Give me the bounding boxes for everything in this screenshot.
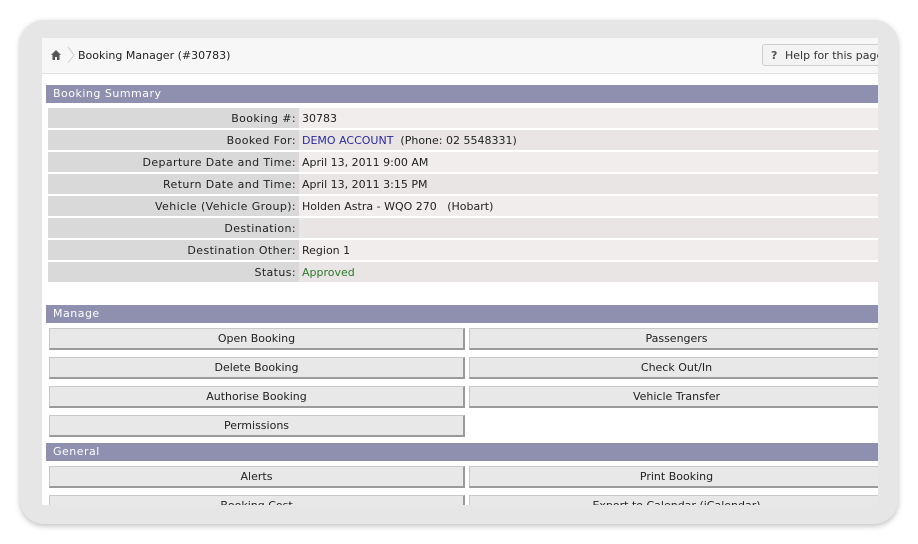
- page-content: Booking Manager (#30783) ? Help for this…: [42, 38, 878, 505]
- row-label: Destination Other:: [48, 240, 299, 260]
- table-row: Departure Date and Time: April 13, 2011 …: [48, 152, 878, 172]
- row-value: April 13, 2011 3:15 PM: [299, 174, 878, 194]
- row-label: Destination:: [48, 218, 299, 238]
- export-calendar-button[interactable]: Export to Calendar (iCalendar): [469, 495, 878, 505]
- print-booking-button[interactable]: Print Booking: [469, 466, 878, 488]
- alerts-button[interactable]: Alerts: [49, 466, 465, 488]
- row-value: Region 1: [299, 240, 878, 260]
- row-label: Vehicle (Vehicle Group):: [48, 196, 299, 216]
- booked-for-phone: (Phone: 02 5548331): [400, 133, 517, 147]
- table-row: Vehicle (Vehicle Group): Holden Astra - …: [48, 196, 878, 216]
- authorise-booking-button[interactable]: Authorise Booking: [49, 386, 465, 408]
- table-row: Destination Other: Region 1: [48, 240, 878, 260]
- delete-booking-button[interactable]: Delete Booking: [49, 357, 465, 379]
- row-label: Booked For:: [48, 130, 299, 150]
- row-value: Holden Astra - WQO 270 (Hobart): [299, 196, 878, 216]
- row-label: Return Date and Time:: [48, 174, 299, 194]
- status-badge: Approved: [302, 265, 355, 279]
- vehicle-transfer-button[interactable]: Vehicle Transfer: [469, 386, 878, 408]
- table-row: Booked For: DEMO ACCOUNT (Phone: 02 5548…: [48, 130, 878, 150]
- section-header-general: General: [46, 443, 878, 461]
- row-value: Approved: [299, 262, 878, 282]
- table-row: Booking #: 30783: [48, 108, 878, 128]
- open-booking-button[interactable]: Open Booking: [49, 328, 465, 350]
- section-header-booking-summary: Booking Summary: [46, 85, 878, 103]
- row-label: Departure Date and Time:: [48, 152, 299, 172]
- booking-cost-button[interactable]: Booking Cost: [49, 495, 465, 505]
- breadcrumb: Booking Manager (#30783) ? Help for this…: [42, 38, 878, 74]
- help-label: Help for this page: [785, 49, 878, 62]
- chevron-right-icon: [67, 46, 75, 64]
- table-row: Destination:: [48, 218, 878, 238]
- check-out-in-button[interactable]: Check Out/In: [469, 357, 878, 379]
- row-label: Booking #:: [48, 108, 299, 128]
- permissions-button[interactable]: Permissions: [49, 415, 465, 437]
- home-icon[interactable]: [50, 49, 62, 61]
- row-value: April 13, 2011 9:00 AM: [299, 152, 878, 172]
- booking-summary-table: Booking #: 30783 Booked For: DEMO ACCOUN…: [48, 106, 878, 284]
- row-label: Status:: [48, 262, 299, 282]
- table-row: Status: Approved: [48, 262, 878, 282]
- page-title: Booking Manager (#30783): [78, 49, 231, 62]
- help-button[interactable]: ? Help for this page: [762, 44, 878, 66]
- section-header-manage: Manage: [46, 305, 878, 323]
- row-value: DEMO ACCOUNT (Phone: 02 5548331): [299, 130, 878, 150]
- row-value: 30783: [299, 108, 878, 128]
- help-icon: ?: [771, 49, 778, 62]
- booked-for-link[interactable]: DEMO ACCOUNT: [302, 134, 393, 147]
- passengers-button[interactable]: Passengers: [469, 328, 878, 350]
- table-row: Return Date and Time: April 13, 2011 3:1…: [48, 174, 878, 194]
- row-value: [299, 218, 878, 238]
